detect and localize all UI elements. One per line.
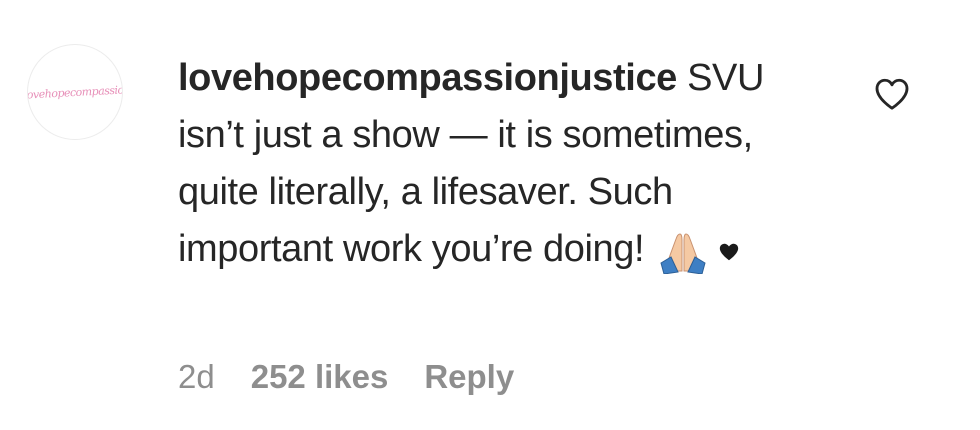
avatar[interactable]: Lovehopecompassion [27, 44, 123, 140]
comment-meta: 2d 252 likes Reply [178, 358, 514, 396]
comment: Lovehopecompassion lovehopecompassionjus… [0, 0, 980, 430]
comment-body: lovehopecompassionjustice SVU isn’t just… [178, 50, 818, 279]
black-heart-icon [720, 244, 739, 261]
comment-emojis [658, 222, 740, 279]
reply-button[interactable]: Reply [424, 358, 514, 396]
avatar-logo-text: Lovehopecompassion [27, 82, 123, 102]
heart-outline-icon[interactable] [872, 74, 912, 114]
comment-likes-count[interactable]: 252 likes [251, 358, 389, 396]
folded-hands-icon [660, 233, 706, 275]
comment-timestamp[interactable]: 2d [178, 358, 215, 396]
comment-username[interactable]: lovehopecompassionjustice [178, 57, 677, 99]
